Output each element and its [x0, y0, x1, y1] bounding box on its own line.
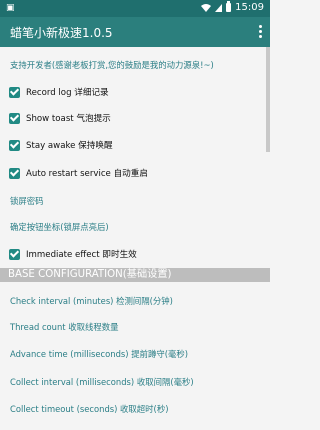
option-label: Stay awake 保持唤醒 — [26, 141, 113, 151]
option-label: Record log 详细记录 — [26, 88, 109, 98]
status-icons: 15:09 — [201, 1, 264, 13]
option-stay-awake[interactable]: Stay awake 保持唤醒 — [9, 138, 113, 152]
section-header-base-config: BASE CONFIGURATION(基础设置) — [0, 268, 270, 282]
notification-icon: ▣ — [6, 3, 15, 13]
checkbox-checked-icon[interactable] — [9, 139, 20, 151]
scrollbar[interactable] — [266, 47, 270, 152]
option-record-log[interactable]: Record log 详细记录 — [9, 85, 109, 99]
checkbox-checked-icon[interactable] — [9, 112, 20, 124]
option-label: Immediate effect 即时生效 — [26, 250, 137, 260]
settings-list: 支持开发者(感谢老板打赏,您的鼓励是我的动力源泉!~) Record log 详… — [0, 47, 270, 430]
status-time: 15:09 — [235, 2, 264, 13]
option-label: Show toast 气泡提示 — [26, 114, 111, 124]
setting-thread-count[interactable]: Thread count 收取线程数量 — [10, 321, 119, 333]
option-auto-restart[interactable]: Auto restart service 自动重启 — [9, 166, 148, 180]
checkbox-checked-icon[interactable] — [9, 248, 20, 260]
setting-collect-timeout[interactable]: Collect timeout (seconds) 收取超时(秒) — [10, 403, 168, 415]
option-immediate-effect[interactable]: Immediate effect 即时生效 — [9, 247, 137, 261]
battery-icon — [226, 1, 232, 12]
wifi-icon — [201, 3, 212, 12]
confirm-button-coords-link[interactable]: 确定按钮坐标(锁屏点亮后) — [10, 221, 109, 233]
status-bar: ▣ 15:09 — [0, 0, 270, 17]
lock-password-link[interactable]: 锁屏密码 — [10, 195, 44, 207]
signal-icon — [215, 3, 223, 12]
setting-advance-time[interactable]: Advance time (milliseconds) 提前蹲守(毫秒) — [10, 348, 188, 360]
support-developer-link[interactable]: 支持开发者(感谢老板打赏,您的鼓励是我的动力源泉!~) — [10, 59, 214, 71]
option-show-toast[interactable]: Show toast 气泡提示 — [9, 111, 111, 125]
overflow-menu-icon[interactable] — [259, 25, 262, 38]
app-bar: 蜡笔小新极速1.0.5 — [0, 17, 270, 47]
checkbox-checked-icon[interactable] — [9, 86, 20, 98]
app-title: 蜡笔小新极速1.0.5 — [10, 26, 113, 40]
setting-check-interval[interactable]: Check interval (minutes) 检测间隔(分钟) — [10, 295, 173, 307]
setting-collect-interval[interactable]: Collect interval (milliseconds) 收取间隔(毫秒) — [10, 376, 194, 388]
option-label: Auto restart service 自动重启 — [26, 169, 148, 179]
checkbox-checked-icon[interactable] — [9, 167, 20, 179]
